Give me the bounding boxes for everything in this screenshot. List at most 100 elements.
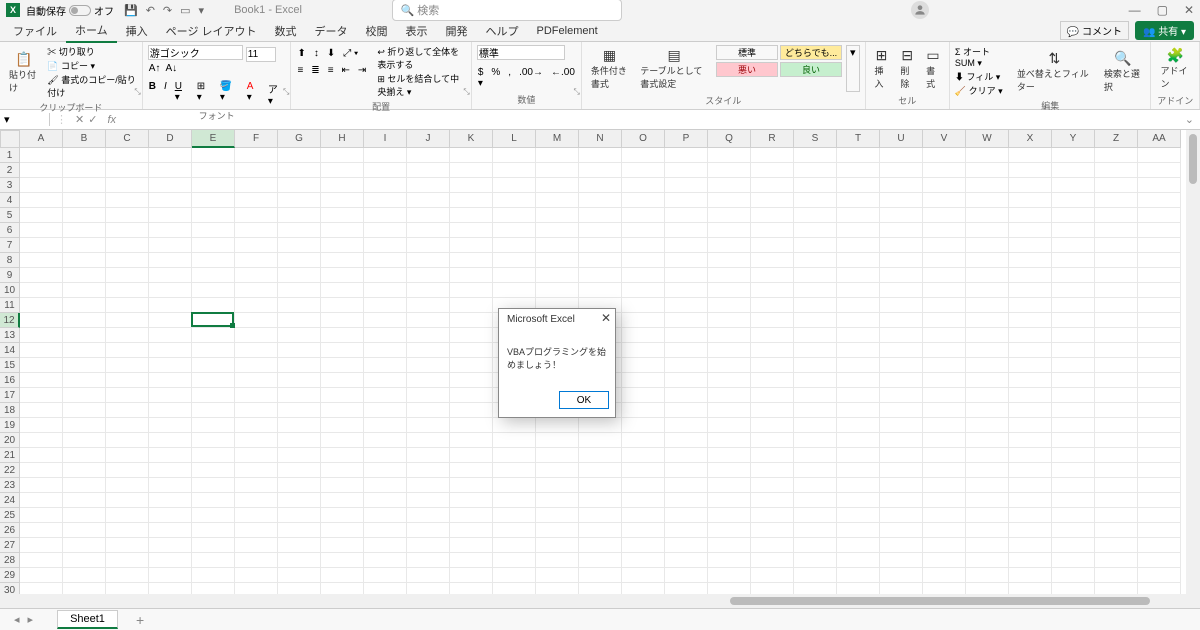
indent-decrease-icon[interactable]: ⇤ bbox=[341, 65, 351, 76]
increase-decimal-icon[interactable]: .00→ bbox=[518, 67, 544, 89]
row-header-26[interactable]: 26 bbox=[0, 523, 20, 538]
col-header-N[interactable]: N bbox=[579, 130, 622, 148]
sort-filter-button[interactable]: ⇅並べ替えとフィルター bbox=[1013, 45, 1096, 97]
align-center-icon[interactable]: ≣ bbox=[310, 65, 320, 76]
tab-view[interactable]: 表示 bbox=[397, 20, 437, 42]
copy-button[interactable]: 📄 コピー ▾ bbox=[47, 59, 136, 72]
share-button[interactable]: 👥 共有 ▾ bbox=[1135, 21, 1194, 40]
dialog-launcher-icon[interactable]: ⤡ bbox=[283, 87, 289, 97]
row-header-8[interactable]: 8 bbox=[0, 253, 20, 268]
col-header-I[interactable]: I bbox=[364, 130, 407, 148]
row-header-2[interactable]: 2 bbox=[0, 163, 20, 178]
align-bottom-icon[interactable]: ⬇ bbox=[326, 48, 336, 59]
col-header-O[interactable]: O bbox=[622, 130, 665, 148]
row-header-25[interactable]: 25 bbox=[0, 508, 20, 523]
comma-icon[interactable]: , bbox=[507, 67, 512, 89]
style-normal[interactable]: 標準 bbox=[716, 45, 778, 60]
row-header-24[interactable]: 24 bbox=[0, 493, 20, 508]
col-header-U[interactable]: U bbox=[880, 130, 923, 148]
sheet-tab-sheet1[interactable]: Sheet1 bbox=[57, 610, 118, 629]
tab-data[interactable]: データ bbox=[306, 20, 357, 42]
tab-formulas[interactable]: 数式 bbox=[266, 20, 306, 42]
select-all-button[interactable] bbox=[0, 130, 20, 148]
style-bad[interactable]: 悪い bbox=[716, 62, 778, 77]
row-header-20[interactable]: 20 bbox=[0, 433, 20, 448]
dialog-titlebar[interactable]: Microsoft Excel ✕ bbox=[499, 309, 615, 329]
increase-font-icon[interactable]: A↑ bbox=[148, 63, 162, 74]
tab-nav-next-icon[interactable]: ▸ bbox=[24, 613, 38, 626]
row-header-17[interactable]: 17 bbox=[0, 388, 20, 403]
font-name-select[interactable] bbox=[148, 45, 243, 60]
format-table-button[interactable]: ▤ テーブルとして書式設定 bbox=[636, 45, 712, 92]
dialog-close-icon[interactable]: ✕ bbox=[601, 311, 611, 325]
tab-insert[interactable]: 挿入 bbox=[117, 20, 157, 42]
border-button[interactable]: ⊞ ▾ bbox=[196, 81, 213, 107]
row-header-27[interactable]: 27 bbox=[0, 538, 20, 553]
tab-review[interactable]: 校閲 bbox=[357, 20, 397, 42]
tab-nav-prev-icon[interactable]: ◂ bbox=[10, 613, 24, 626]
row-header-12[interactable]: 12 bbox=[0, 313, 20, 328]
italic-button[interactable]: I bbox=[163, 81, 168, 107]
toggle-icon[interactable] bbox=[69, 5, 91, 16]
col-header-J[interactable]: J bbox=[407, 130, 450, 148]
col-header-E[interactable]: E bbox=[192, 130, 235, 148]
tab-file[interactable]: ファイル bbox=[4, 20, 66, 42]
format-painter-button[interactable]: 🖌 書式のコピー/貼り付け bbox=[47, 73, 136, 99]
row-header-7[interactable]: 7 bbox=[0, 238, 20, 253]
redo-icon[interactable]: ↷ bbox=[163, 4, 172, 17]
tab-layout[interactable]: ページ レイアウト bbox=[157, 20, 266, 42]
col-header-K[interactable]: K bbox=[450, 130, 493, 148]
cancel-formula-icon[interactable]: ✕ bbox=[73, 113, 86, 126]
conditional-format-button[interactable]: ▦ 条件付き書式 bbox=[587, 45, 632, 92]
col-header-P[interactable]: P bbox=[665, 130, 708, 148]
col-header-S[interactable]: S bbox=[794, 130, 837, 148]
qat-dropdown-icon[interactable]: ▾ bbox=[199, 4, 205, 17]
tab-pdfelement[interactable]: PDFelement bbox=[528, 22, 607, 40]
bold-button[interactable]: B bbox=[148, 81, 157, 107]
underline-button[interactable]: U ▾ bbox=[174, 81, 190, 107]
row-header-9[interactable]: 9 bbox=[0, 268, 20, 283]
row-header-21[interactable]: 21 bbox=[0, 448, 20, 463]
row-header-14[interactable]: 14 bbox=[0, 343, 20, 358]
undo-icon[interactable]: ↶ bbox=[146, 4, 155, 17]
save-icon[interactable]: 💾 bbox=[124, 4, 138, 17]
percent-icon[interactable]: % bbox=[490, 67, 501, 89]
col-header-D[interactable]: D bbox=[149, 130, 192, 148]
col-header-V[interactable]: V bbox=[923, 130, 966, 148]
vertical-scrollbar[interactable] bbox=[1186, 130, 1200, 594]
dialog-launcher-icon[interactable]: ⤡ bbox=[463, 87, 469, 97]
addins-button[interactable]: 🧩アドイン bbox=[1156, 45, 1194, 92]
row-header-19[interactable]: 19 bbox=[0, 418, 20, 433]
col-header-F[interactable]: F bbox=[235, 130, 278, 148]
row-header-3[interactable]: 3 bbox=[0, 178, 20, 193]
autosum-button[interactable]: Σ オート SUM ▾ bbox=[955, 45, 1009, 69]
row-header-11[interactable]: 11 bbox=[0, 298, 20, 313]
fill-button[interactable]: ⬇ フィル ▾ bbox=[955, 70, 1009, 83]
row-header-23[interactable]: 23 bbox=[0, 478, 20, 493]
currency-icon[interactable]: $ ▾ bbox=[477, 67, 485, 89]
font-color-button[interactable]: A ▾ bbox=[246, 81, 261, 107]
row-header-6[interactable]: 6 bbox=[0, 223, 20, 238]
row-header-22[interactable]: 22 bbox=[0, 463, 20, 478]
paste-button[interactable]: 📋 貼り付け bbox=[5, 45, 43, 99]
maximize-icon[interactable]: ▢ bbox=[1157, 3, 1168, 17]
col-header-G[interactable]: G bbox=[278, 130, 321, 148]
add-sheet-button[interactable]: + bbox=[136, 612, 144, 628]
clear-button[interactable]: 🧹 クリア ▾ bbox=[955, 84, 1009, 97]
row-header-16[interactable]: 16 bbox=[0, 373, 20, 388]
row-header-29[interactable]: 29 bbox=[0, 568, 20, 583]
user-avatar-icon[interactable] bbox=[911, 1, 929, 19]
dialog-launcher-icon[interactable]: ⤡ bbox=[573, 87, 579, 97]
fx-icon[interactable]: fx bbox=[99, 114, 124, 126]
col-header-Q[interactable]: Q bbox=[708, 130, 751, 148]
col-header-AA[interactable]: AA bbox=[1138, 130, 1181, 148]
indent-increase-icon[interactable]: ⇥ bbox=[357, 65, 367, 76]
style-neutral[interactable]: どちらでも... bbox=[780, 45, 842, 60]
close-icon[interactable]: ✕ bbox=[1184, 3, 1194, 17]
row-header-1[interactable]: 1 bbox=[0, 148, 20, 163]
row-header-10[interactable]: 10 bbox=[0, 283, 20, 298]
row-header-5[interactable]: 5 bbox=[0, 208, 20, 223]
wrap-text-button[interactable]: ↩ 折り返して全体を表示する bbox=[377, 45, 466, 71]
orientation-icon[interactable]: ⤢ ▾ bbox=[342, 48, 359, 59]
col-header-W[interactable]: W bbox=[966, 130, 1009, 148]
